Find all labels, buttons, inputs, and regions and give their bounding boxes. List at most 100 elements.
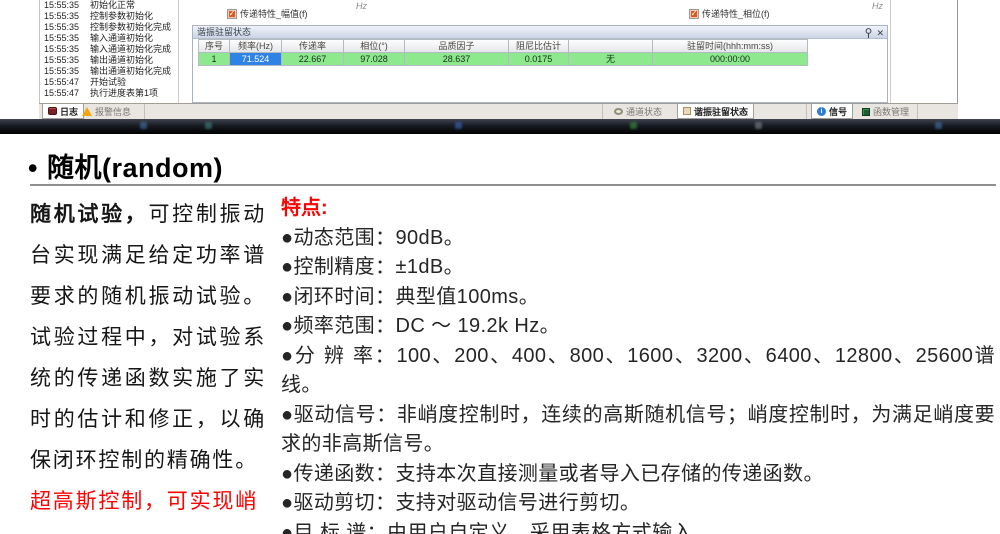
log-message: 控制参数初始化完成: [90, 22, 171, 33]
cell-transmissibility[interactable]: 22.667: [282, 53, 344, 66]
col-header[interactable]: 相位(°): [344, 40, 405, 53]
log-message: 控制参数初始化: [90, 11, 153, 22]
empty-side-panel: [890, 0, 958, 103]
col-header[interactable]: [569, 40, 653, 53]
taskbar-item-icon[interactable]: [755, 122, 762, 129]
intro-paragraph: 随机试验，可控制振动台实现满足给定功率谱要求的随机振动试验。试验过程中，对试验系…: [30, 194, 266, 481]
cell-phase[interactable]: 97.028: [344, 53, 405, 66]
cell-index[interactable]: 1: [199, 53, 230, 66]
panel-titlebar: 谐振驻留状态 ✕: [193, 26, 887, 39]
log-entry: 15:55:35 控制参数初始化完成: [40, 22, 178, 33]
tab-alarm-info[interactable]: 报警信息: [77, 104, 136, 119]
features-column: 特点: ●动态范围：90dB。 ●控制精度：±1dB。 ●闭环时间：典型值100…: [281, 194, 995, 534]
feature-item: ●传递函数：支持本次直接测量或者导入已存储的传递函数。: [281, 460, 995, 490]
phase-checkbox[interactable]: ✓: [689, 9, 699, 19]
tab-label: 信号: [829, 105, 847, 118]
log-time: 15:55:35: [44, 0, 84, 11]
log-entry: 15:55:35 输出通道初始化: [40, 55, 178, 66]
log-message: 执行进度表第1项: [90, 88, 158, 99]
resonance-status-icon: [683, 107, 691, 115]
tab-resonance-dwell-status[interactable]: 谐振驻留状态: [677, 104, 754, 119]
log-time: 15:55:35: [44, 44, 84, 55]
col-header[interactable]: 序号: [199, 40, 230, 53]
log-entry: 15:55:35 输入通道初始化: [40, 33, 178, 44]
log-time: 15:55:35: [44, 55, 84, 66]
tab-label: 通道状态: [626, 105, 662, 118]
intro-highlight-red: 超高斯控制，可实现峭: [30, 481, 266, 522]
resonance-table: 序号 频率(Hz) 传递率 相位(°) 品质因子 阻尼比估计 驻留时间(hhh:…: [198, 39, 808, 66]
software-screenshot: 15:55:35 初始化正常 15:55:35 控制参数初始化 15:55:35 控制…: [0, 0, 1000, 134]
table-header-row: 序号 频率(Hz) 传递率 相位(°) 品质因子 阻尼比估计 驻留时间(hhh:…: [199, 40, 808, 53]
log-time: 15:55:35: [44, 11, 84, 22]
title-divider: [30, 184, 996, 186]
cell-extra[interactable]: 无: [569, 53, 653, 66]
tab-signal[interactable]: i 信号: [811, 104, 853, 119]
feature-item: ●控制精度：±1dB。: [281, 253, 995, 283]
feature-item: ●闭环时间：典型值100ms。: [281, 283, 995, 313]
log-entry: 15:55:35输出通道初始化完成: [40, 66, 178, 77]
log-message: 输入通道初始化完成: [90, 44, 171, 55]
channel-status-icon: [614, 108, 623, 115]
tab-label: 日志: [60, 105, 78, 118]
taskbar-item-icon[interactable]: [630, 122, 637, 129]
resonance-dwell-panel: 谐振驻留状态 ✕ 序号 频率(Hz) 传递率 相位(°) 品质因子 阻尼比估计 …: [192, 25, 888, 103]
intro-body-text: 可控制振动台实现满足给定功率谱要求的随机振动试验。试验过程中，对试验系统的传递函…: [30, 203, 266, 472]
log-message: 输出通道初始化: [90, 55, 153, 66]
log-time: 15:55:35: [44, 66, 84, 77]
warning-icon: [82, 107, 92, 116]
windows-taskbar: [0, 119, 1000, 134]
log-entry: 15:55:35 初始化正常: [40, 0, 178, 11]
cell-q-factor[interactable]: 28.637: [405, 53, 509, 66]
col-header[interactable]: 品质因子: [405, 40, 509, 53]
col-header[interactable]: 频率(Hz): [230, 40, 282, 53]
col-header[interactable]: 驻留时间(hhh:mm:ss): [653, 40, 808, 53]
close-icon[interactable]: ✕: [876, 28, 884, 38]
x-axis-unit-right: Hz: [872, 1, 883, 11]
phase-legend-label: 传递特性_相位(f): [702, 7, 770, 20]
log-entry: 15:55:35 输入通道初始化完成: [40, 44, 178, 55]
bullet-marker: •: [28, 153, 38, 183]
intro-column: 随机试验，可控制振动台实现满足给定功率谱要求的随机振动试验。试验过程中，对试验系…: [30, 194, 266, 522]
log-time: 15:55:47: [44, 77, 84, 88]
panel-title: 谐振驻留状态: [197, 27, 251, 37]
cell-dwell-time[interactable]: 000:00:00: [653, 53, 808, 66]
cell-damping-ratio[interactable]: 0.0175: [509, 53, 569, 66]
log-message: 初始化正常: [90, 0, 135, 11]
log-panel: 15:55:35 初始化正常 15:55:35 控制参数初始化 15:55:35 控制…: [39, 0, 179, 103]
pin-icon[interactable]: [865, 28, 872, 38]
log-entry: 15:55:47 执行进度表第1项: [40, 88, 178, 99]
col-header[interactable]: 传递率: [282, 40, 344, 53]
feature-item: ●频率范围：DC ～ 19.2k Hz。: [281, 312, 995, 342]
log-entry: 15:55:47 开始试验: [40, 77, 178, 88]
amplitude-checkbox[interactable]: ✓: [227, 9, 237, 19]
log-time: 15:55:35: [44, 22, 84, 33]
feature-item: ●驱动信号：非峭度控制时，连续的高斯随机信号；峭度控制时，为满足峭度要求的非高斯…: [281, 401, 995, 460]
taskbar-item-icon[interactable]: [140, 122, 147, 129]
tab-label: 函数管理: [873, 105, 909, 118]
section-title-text: 随机(random): [47, 153, 223, 183]
taskbar-item-icon[interactable]: [455, 122, 462, 129]
intro-lead-bold: 随机试验，: [30, 203, 148, 226]
log-message: 开始试验: [90, 77, 126, 88]
log-message: 输入通道初始化: [90, 33, 153, 44]
tab-label: 报警信息: [95, 105, 131, 118]
dock-tabstrip: 日志 报警信息 通道状态 谐振驻留状态 i 信号: [39, 103, 958, 119]
feature-item: ●驱动剪切：支持对驱动信号进行剪切。: [281, 489, 995, 519]
taskbar-item-icon[interactable]: [205, 122, 212, 129]
x-axis-unit-left: Hz: [356, 1, 367, 11]
section-title: • 随机(random): [28, 146, 223, 185]
table-row: 1 71.524 22.667 97.028 28.637 0.0175 无 0…: [199, 53, 808, 66]
feature-item: ●动态范围：90dB。: [281, 224, 995, 254]
tab-channel-status[interactable]: 通道状态: [609, 104, 667, 119]
log-time: 15:55:35: [44, 33, 84, 44]
taskbar-item-icon[interactable]: [935, 122, 942, 129]
log-time: 15:55:47: [44, 88, 84, 99]
cell-frequency-selected[interactable]: 71.524: [230, 53, 282, 66]
log-entry: 15:55:35 控制参数初始化: [40, 11, 178, 22]
log-icon: [48, 107, 57, 115]
function-manager-icon: [862, 108, 870, 116]
feature-item: ●分 辨 率：100、200、400、800、1600、3200、6400、12…: [281, 342, 995, 401]
col-header[interactable]: 阻尼比估计: [509, 40, 569, 53]
tab-function-manager[interactable]: 函数管理: [857, 104, 914, 119]
signal-info-icon: i: [817, 107, 826, 116]
